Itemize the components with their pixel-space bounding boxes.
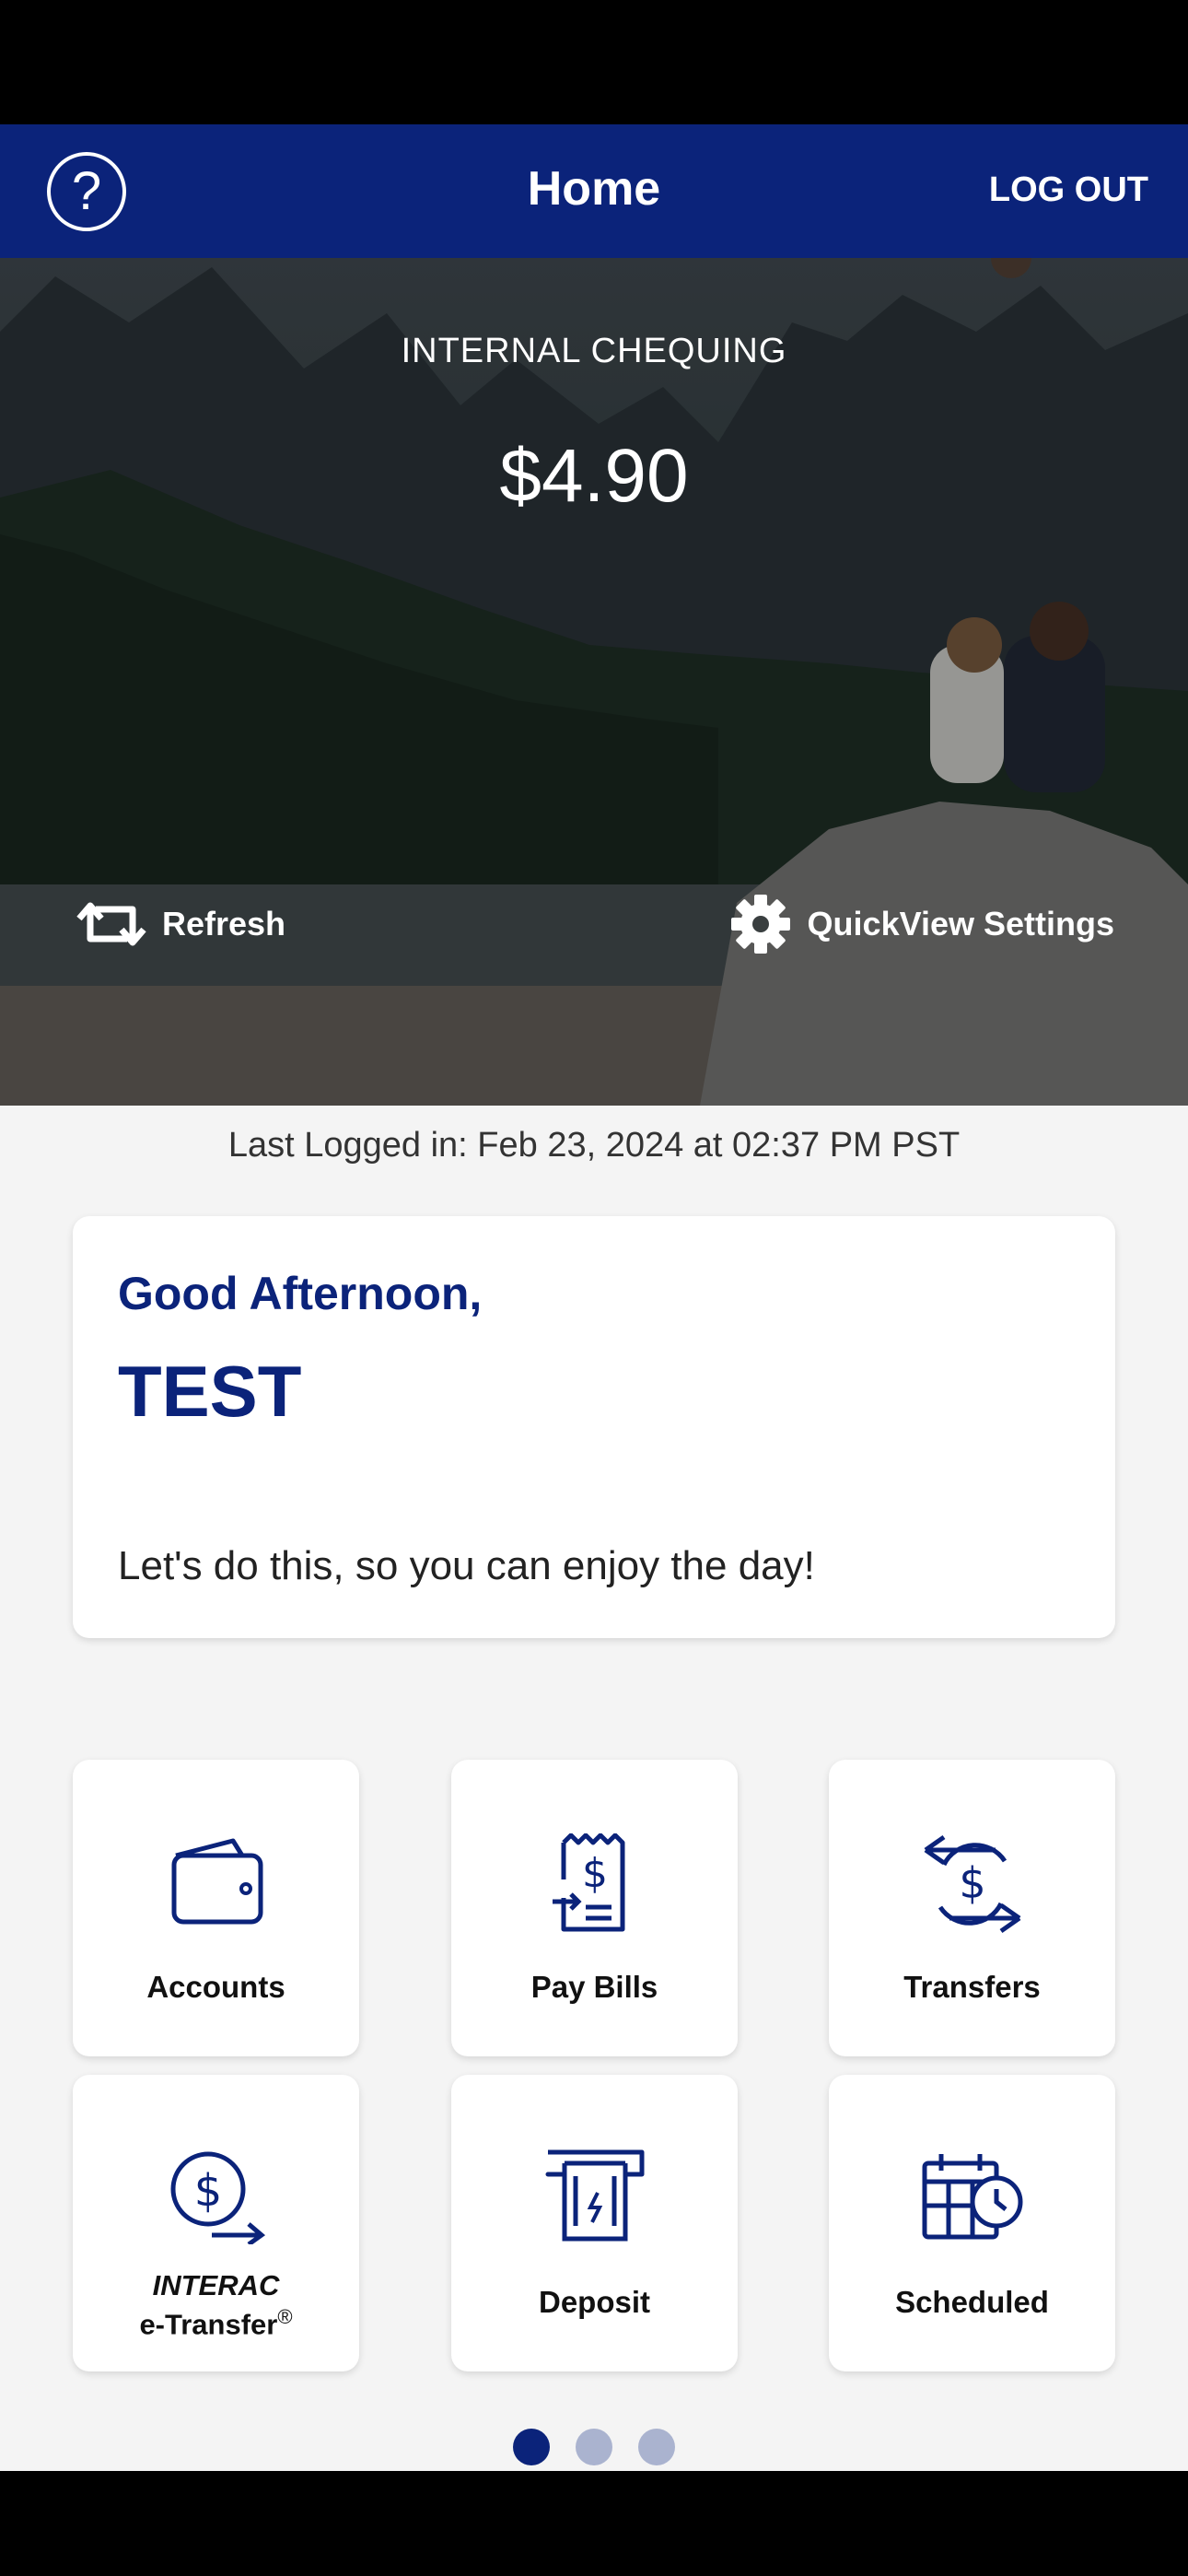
deposit-icon xyxy=(545,2149,644,2242)
quickview-settings-button[interactable]: QuickView Settings xyxy=(730,894,1114,954)
pay-bills-label: Pay Bills xyxy=(530,1970,658,2004)
account-balance: $4.90 xyxy=(499,434,689,518)
greeting-card: Good Afternoon, TEST Let's do this, so y… xyxy=(73,1216,1115,1638)
quickview-panel: INTERNAL CHEQUING $4.90 Refresh QuickVie… xyxy=(0,258,1188,1106)
interac-etransfer-label: INTERAC e-Transfer® xyxy=(139,2269,293,2341)
transfers-tile[interactable]: $ Transfers xyxy=(829,1760,1115,2056)
etransfer-icon: $ xyxy=(170,2151,265,2244)
accounts-label: Accounts xyxy=(146,1970,285,2004)
greeting-salutation: Good Afternoon, xyxy=(118,1268,483,1319)
svg-text:$: $ xyxy=(193,2165,222,2217)
quickview-settings-label: QuickView Settings xyxy=(807,905,1114,943)
refresh-label: Refresh xyxy=(162,905,286,943)
scheduled-label: Scheduled xyxy=(895,2285,1049,2319)
app-header: ? Home LOG OUT xyxy=(0,124,1188,258)
scheduled-icon xyxy=(922,2154,1022,2240)
page-dot-3[interactable] xyxy=(638,2429,675,2465)
svg-text:$: $ xyxy=(959,1858,985,1908)
system-nav-bar xyxy=(0,2471,1188,2576)
page-indicator xyxy=(0,2429,1188,2465)
wallet-icon xyxy=(171,1838,262,1925)
bill-icon: $ xyxy=(552,1833,624,1932)
deposit-label: Deposit xyxy=(538,2285,650,2319)
pay-bills-tile[interactable]: $ Pay Bills xyxy=(451,1760,738,2056)
accounts-tile[interactable]: Accounts xyxy=(73,1760,359,2056)
interac-etransfer-tile[interactable]: $ INTERAC e-Transfer® xyxy=(73,2075,359,2371)
greeting-message: Let's do this, so you can enjoy the day! xyxy=(118,1543,815,1588)
scheduled-tile[interactable]: Scheduled xyxy=(829,2075,1115,2371)
transfer-icon: $ xyxy=(924,1834,1020,1934)
status-bar xyxy=(0,0,1188,124)
last-login-text: Last Logged in: Feb 23, 2024 at 02:37 PM… xyxy=(227,1126,961,1165)
logout-button[interactable]: LOG OUT xyxy=(989,170,1148,210)
page-dot-2[interactable] xyxy=(576,2429,612,2465)
page-dot-1[interactable] xyxy=(513,2429,550,2465)
refresh-button[interactable]: Refresh xyxy=(74,898,285,950)
svg-text:$: $ xyxy=(582,1850,608,1897)
greeting-name: TEST xyxy=(118,1351,302,1432)
deposit-tile[interactable]: Deposit xyxy=(451,2075,738,2371)
gear-icon xyxy=(730,895,790,954)
transfers-label: Transfers xyxy=(903,1970,1041,2004)
refresh-icon xyxy=(76,902,146,946)
account-name: INTERNAL CHEQUING xyxy=(401,332,787,370)
